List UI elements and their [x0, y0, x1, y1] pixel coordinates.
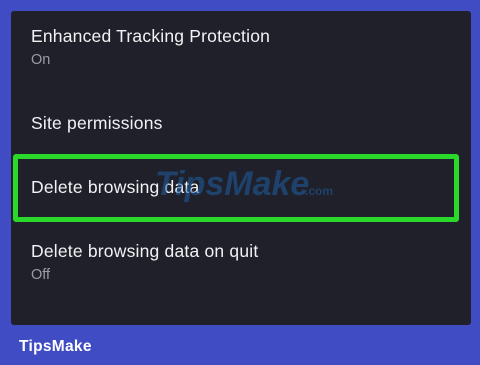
setting-title: Delete browsing data	[31, 177, 200, 197]
setting-title: Enhanced Tracking Protection	[31, 26, 271, 46]
footer-brand: TipsMake	[19, 338, 92, 355]
setting-delete-browsing-data[interactable]: Delete browsing data	[11, 176, 471, 198]
setting-enhanced-tracking-protection[interactable]: Enhanced Tracking Protection On	[11, 25, 471, 69]
setting-title: Site permissions	[31, 113, 163, 133]
setting-status: Off	[31, 267, 51, 283]
settings-screen: Enhanced Tracking Protection On Site per…	[11, 11, 471, 325]
setting-status: On	[31, 52, 51, 68]
setting-delete-browsing-data-on-quit[interactable]: Delete browsing data on quit Off	[11, 240, 471, 284]
setting-title: Delete browsing data on quit	[31, 241, 259, 261]
tutorial-frame: Enhanced Tracking Protection On Site per…	[0, 0, 480, 365]
setting-site-permissions[interactable]: Site permissions	[11, 112, 471, 134]
